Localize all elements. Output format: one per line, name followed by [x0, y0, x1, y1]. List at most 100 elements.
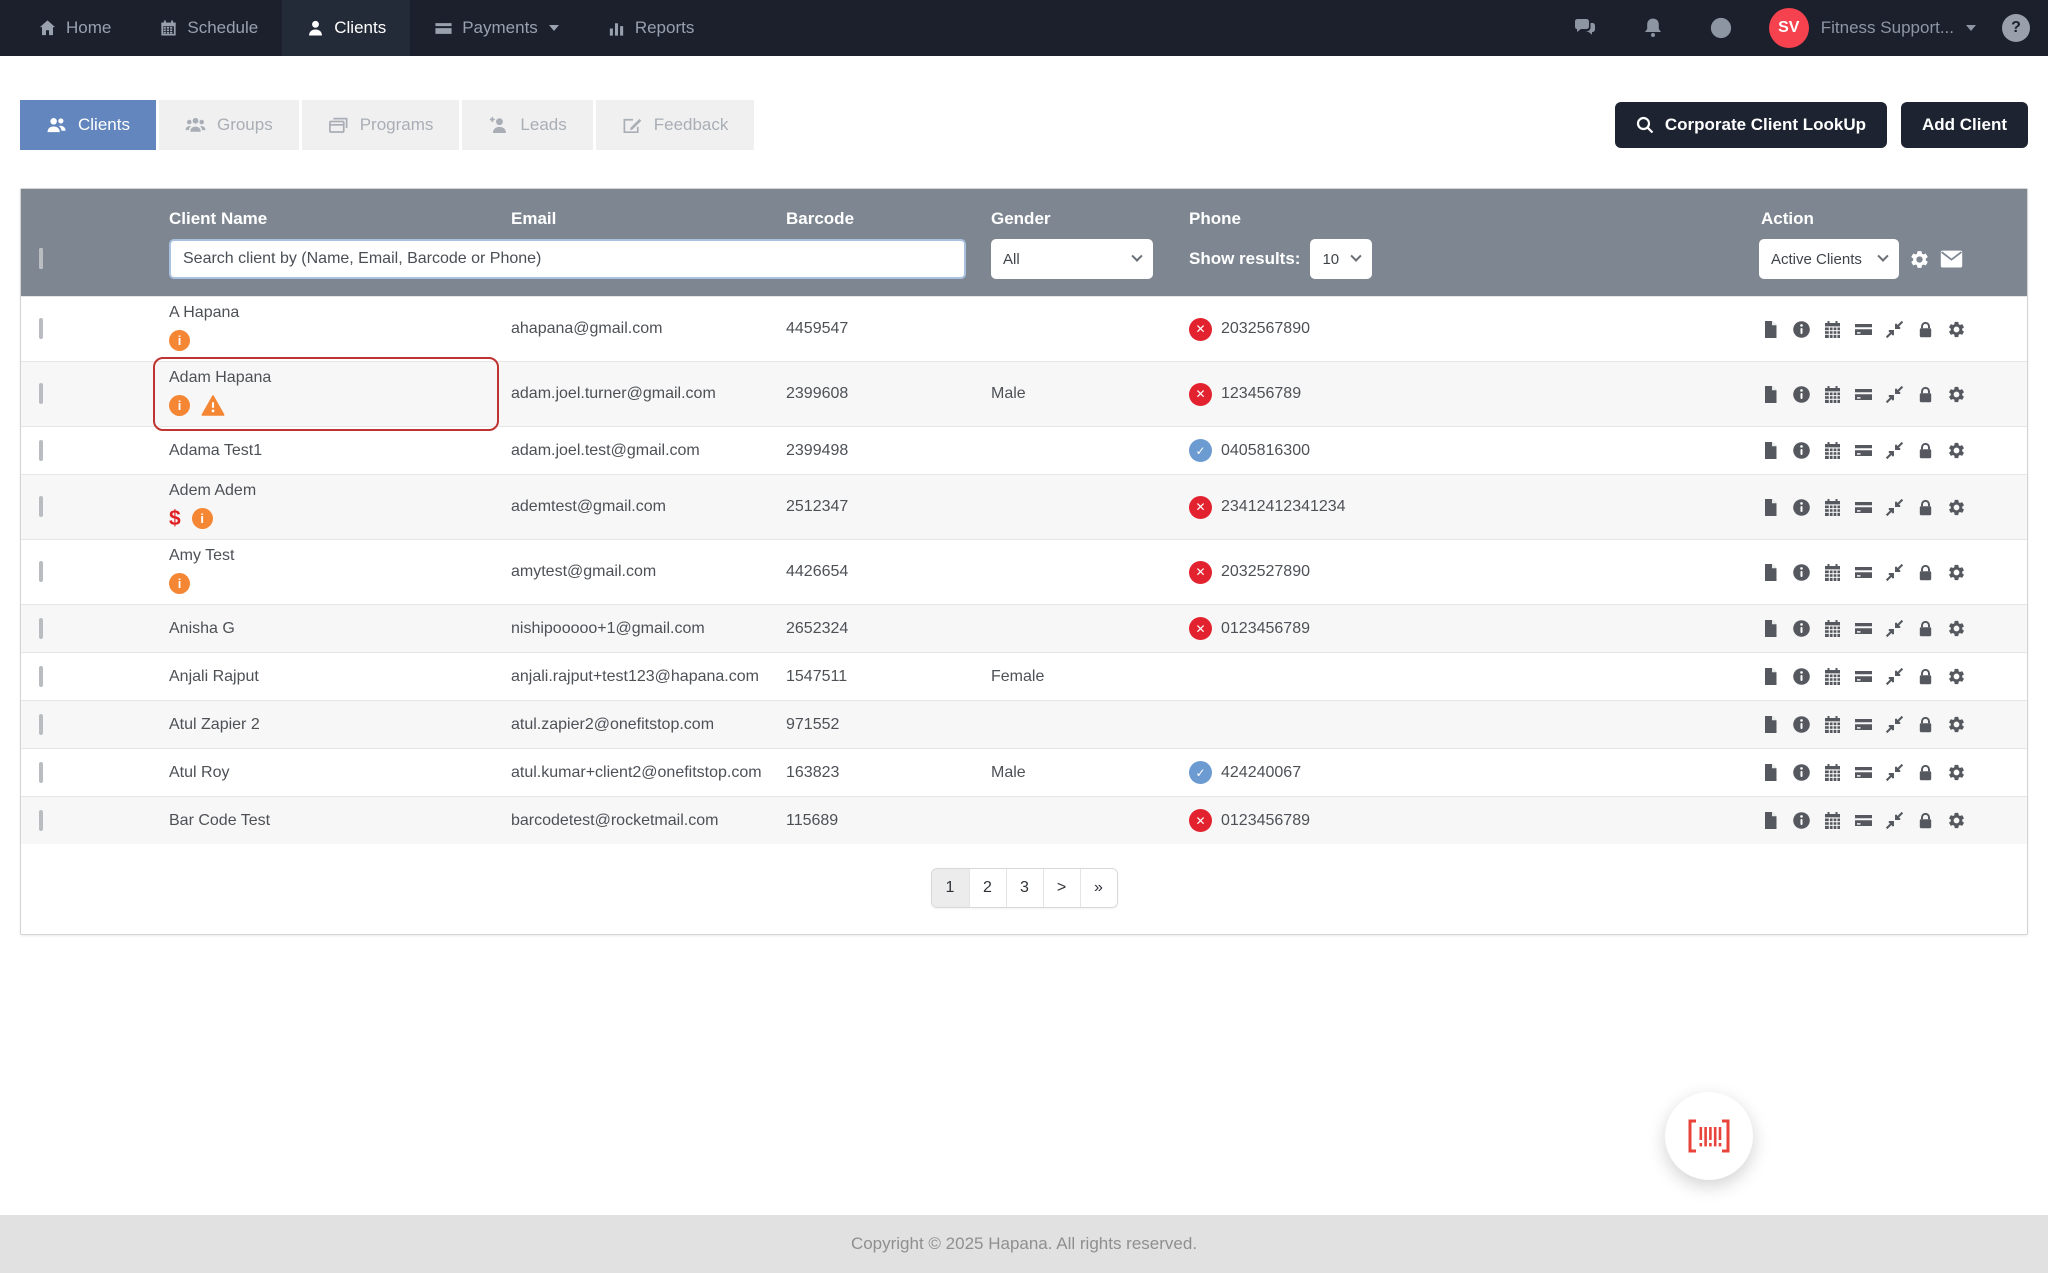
payment-button[interactable] [1854, 385, 1873, 404]
schedule-button[interactable] [1823, 715, 1842, 734]
row-checkbox[interactable] [39, 665, 43, 687]
history-button[interactable] [1687, 16, 1755, 40]
gender-filter-select[interactable]: All [991, 239, 1153, 279]
tab-clients[interactable]: Clients [20, 100, 156, 150]
document-button[interactable] [1761, 811, 1780, 830]
account-dropdown[interactable]: Fitness Support... [1821, 18, 1976, 38]
schedule-button[interactable] [1823, 385, 1842, 404]
schedule-button[interactable] [1823, 498, 1842, 517]
settings-button[interactable] [1947, 320, 1966, 339]
page-button-2[interactable]: 2 [968, 869, 1006, 907]
lock-button[interactable] [1916, 619, 1935, 638]
warning-icon[interactable] [201, 394, 225, 416]
page-button->[interactable]: > [1042, 869, 1080, 907]
payment-button[interactable] [1854, 563, 1873, 582]
lock-button[interactable] [1916, 811, 1935, 830]
info-badge-icon[interactable]: i [191, 507, 213, 529]
info-button[interactable] [1792, 385, 1811, 404]
document-button[interactable] [1761, 763, 1780, 782]
page-button-1[interactable]: 1 [931, 869, 969, 907]
info-badge-icon[interactable]: i [169, 394, 190, 416]
nav-item-schedule[interactable]: Schedule [135, 0, 282, 56]
nav-item-clients[interactable]: Clients [282, 0, 411, 56]
schedule-button[interactable] [1823, 811, 1842, 830]
document-button[interactable] [1761, 441, 1780, 460]
payment-button[interactable] [1854, 441, 1873, 460]
add-client-button[interactable]: Add Client [1901, 102, 2028, 148]
compress-button[interactable] [1885, 563, 1904, 582]
info-button[interactable] [1792, 619, 1811, 638]
payment-button[interactable] [1854, 811, 1873, 830]
compress-button[interactable] [1885, 619, 1904, 638]
lock-button[interactable] [1916, 441, 1935, 460]
row-checkbox[interactable] [39, 318, 43, 339]
info-button[interactable] [1792, 498, 1811, 517]
compress-button[interactable] [1885, 811, 1904, 830]
barcode-scan-button[interactable] [1665, 1092, 1753, 1180]
lock-button[interactable] [1916, 667, 1935, 686]
row-checkbox[interactable] [39, 617, 43, 639]
lock-button[interactable] [1916, 563, 1935, 582]
info-button[interactable] [1792, 667, 1811, 686]
schedule-button[interactable] [1823, 763, 1842, 782]
avatar[interactable]: SV [1768, 8, 1809, 48]
compress-button[interactable] [1885, 385, 1904, 404]
nav-item-home[interactable]: Home [14, 0, 135, 56]
document-button[interactable] [1761, 619, 1780, 638]
schedule-button[interactable] [1823, 667, 1842, 686]
lock-button[interactable] [1916, 498, 1935, 517]
row-checkbox[interactable] [39, 713, 43, 735]
schedule-button[interactable] [1823, 563, 1842, 582]
nav-item-reports[interactable]: Reports [583, 0, 719, 56]
lock-button[interactable] [1916, 320, 1935, 339]
settings-button[interactable] [1947, 498, 1966, 517]
settings-button[interactable] [1947, 563, 1966, 582]
page-button-»[interactable]: » [1079, 869, 1117, 907]
document-button[interactable] [1761, 320, 1780, 339]
dollar-badge-icon[interactable]: $ [169, 508, 181, 529]
settings-button[interactable] [1947, 811, 1966, 830]
tab-programs[interactable]: Programs [301, 100, 460, 150]
lock-button[interactable] [1916, 763, 1935, 782]
settings-button[interactable] [1947, 441, 1966, 460]
lock-button[interactable] [1916, 715, 1935, 734]
row-checkbox[interactable] [39, 496, 43, 517]
compress-button[interactable] [1885, 441, 1904, 460]
row-checkbox[interactable] [39, 809, 43, 831]
info-button[interactable] [1792, 811, 1811, 830]
schedule-button[interactable] [1823, 441, 1842, 460]
document-button[interactable] [1761, 498, 1780, 517]
payment-button[interactable] [1854, 619, 1873, 638]
email-clients-button[interactable] [1940, 250, 1963, 268]
select-all-checkbox[interactable] [39, 248, 43, 269]
info-button[interactable] [1792, 715, 1811, 734]
row-checkbox[interactable] [39, 383, 43, 404]
settings-button[interactable] [1947, 667, 1966, 686]
settings-button[interactable] [1947, 715, 1966, 734]
settings-button[interactable] [1947, 385, 1966, 404]
messages-button[interactable] [1551, 16, 1619, 40]
document-button[interactable] [1761, 715, 1780, 734]
info-button[interactable] [1792, 563, 1811, 582]
payment-button[interactable] [1854, 715, 1873, 734]
payment-button[interactable] [1854, 320, 1873, 339]
search-input[interactable] [169, 239, 966, 279]
info-button[interactable] [1792, 320, 1811, 339]
tab-groups[interactable]: Groups [158, 100, 299, 150]
payment-button[interactable] [1854, 498, 1873, 517]
payment-button[interactable] [1854, 667, 1873, 686]
notifications-button[interactable] [1619, 16, 1687, 40]
compress-button[interactable] [1885, 498, 1904, 517]
corporate-client-lookup-button[interactable]: Corporate Client LookUp [1614, 102, 1887, 148]
tab-feedback[interactable]: Feedback [595, 100, 755, 150]
nav-item-payments[interactable]: Payments [410, 0, 583, 56]
row-checkbox[interactable] [39, 439, 43, 461]
row-checkbox[interactable] [39, 761, 43, 783]
document-button[interactable] [1761, 667, 1780, 686]
settings-button[interactable] [1947, 619, 1966, 638]
help-button[interactable]: ? [2002, 14, 2030, 42]
info-badge-icon[interactable]: i [169, 329, 190, 351]
column-settings-button[interactable] [1909, 249, 1930, 270]
payment-button[interactable] [1854, 763, 1873, 782]
compress-button[interactable] [1885, 320, 1904, 339]
